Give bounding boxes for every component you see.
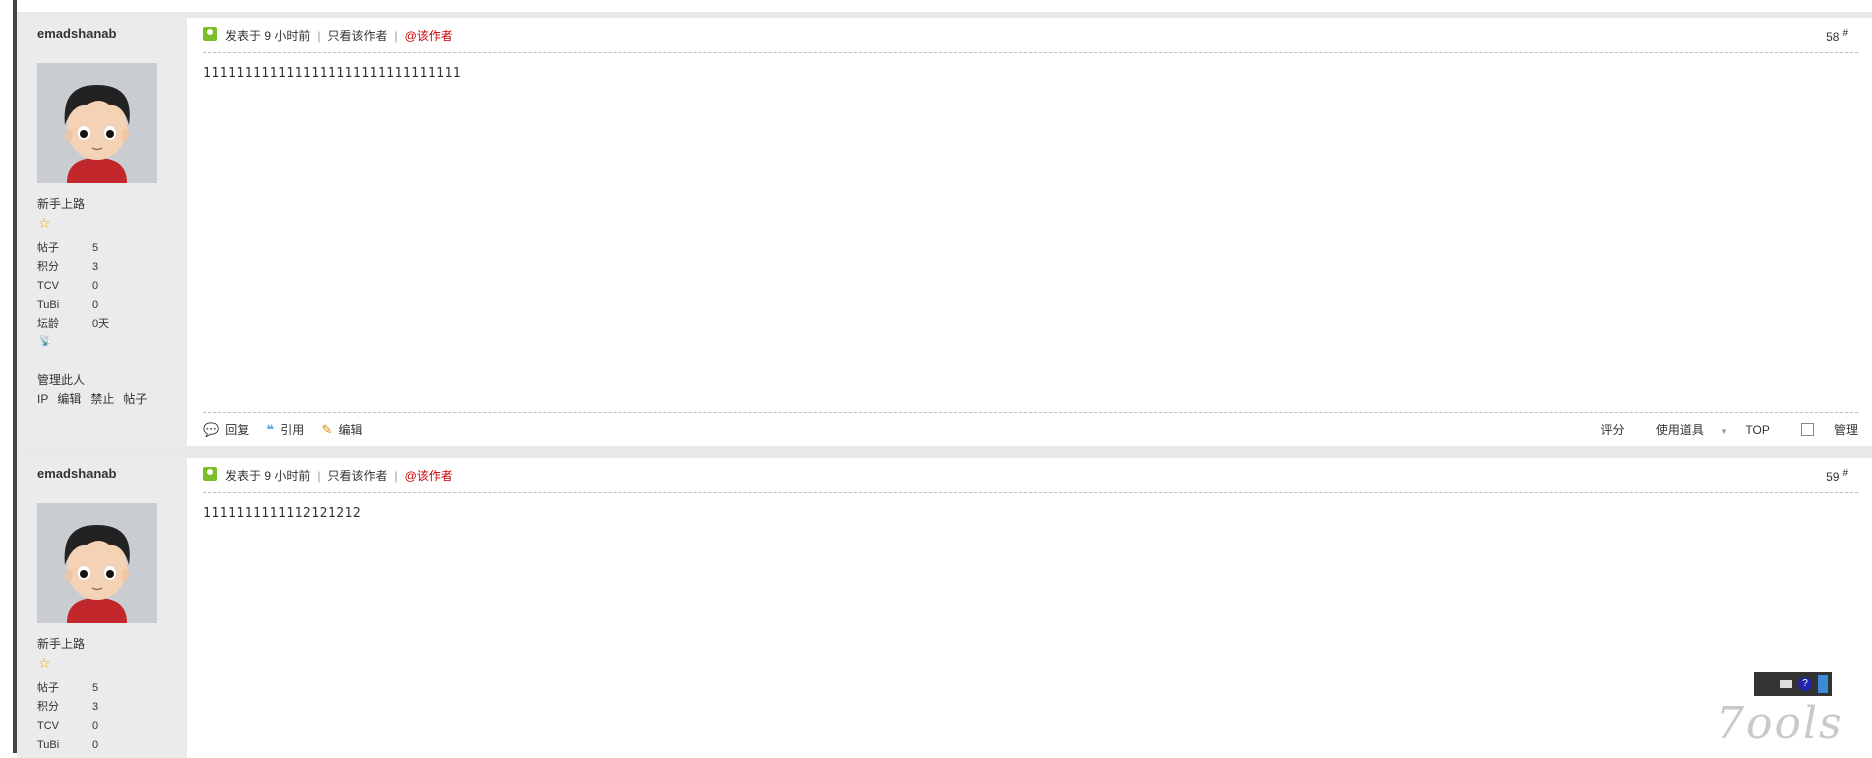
avatar[interactable]: [37, 503, 157, 623]
user-rank: 新手上路: [37, 637, 86, 651]
post-separator: [17, 446, 1872, 458]
use-tools-menu[interactable]: 使用道具 ▼: [1642, 423, 1728, 437]
avatar[interactable]: [37, 63, 157, 183]
rate-button[interactable]: 评分: [1601, 423, 1625, 437]
admin-ip-link[interactable]: IP: [37, 392, 48, 406]
author-sidebar: emadshanab 新手上路 ☆ 帖子 5 积分 3 TCV 0 TuBi 0: [17, 458, 187, 758]
manage-checkbox[interactable]: 管理: [1787, 423, 1858, 437]
top-link[interactable]: TOP: [1745, 423, 1769, 437]
stat-row: 坛龄 0天: [37, 318, 110, 330]
stat-row: 帖子 5: [37, 242, 99, 254]
user-online-icon: [203, 467, 217, 481]
only-author-link[interactable]: 只看该作者: [327, 469, 387, 483]
post-content: 1111111111111111111111111111111: [203, 66, 462, 81]
floating-toolbar[interactable]: ?: [1754, 672, 1832, 696]
quote-icon: ❝: [266, 422, 275, 437]
stat-row: 帖子 5: [37, 682, 99, 694]
help-icon[interactable]: ?: [1798, 677, 1812, 691]
at-author-link[interactable]: @该作者: [405, 29, 453, 43]
post-header: 发表于 9 小时前 | 只看该作者 | @该作者 58 #: [203, 18, 1858, 53]
admin-edit-link[interactable]: 编辑: [57, 392, 81, 406]
post-time: 发表于 9 小时前: [225, 469, 311, 483]
floor-number[interactable]: 58 #: [1826, 28, 1848, 44]
rss-icon[interactable]: 📡: [39, 336, 51, 347]
top-separator: [17, 0, 1872, 18]
admin-ban-link[interactable]: 禁止: [90, 392, 114, 406]
post-meta: 发表于 9 小时前 | 只看该作者 | @该作者: [225, 29, 453, 43]
reply-button[interactable]: 💬 回复: [203, 421, 249, 438]
minimize-icon[interactable]: [1818, 675, 1828, 693]
stat-row: 积分 3: [37, 261, 99, 273]
post-content: 1111111111112121212: [203, 506, 362, 521]
post-59: emadshanab 新手上路 ☆ 帖子5 积分3 TCV0 TuBi0: [17, 458, 1872, 758]
star-icon: ☆: [38, 215, 51, 231]
user-stats: 帖子 5 积分 3 TCV 0 TuBi 0: [37, 679, 98, 755]
post-main: 发表于 9 小时前 | 只看该作者 | @该作者 58 # 111111111111111…: [203, 18, 1858, 446]
reply-icon: 💬: [203, 422, 220, 437]
stat-row: TuBi 0: [37, 739, 99, 751]
author-name[interactable]: emadshanab: [37, 466, 116, 481]
user-online-icon: [203, 27, 217, 41]
user-stats: 帖子 5 积分 3 TCV 0 TuBi 0 坛龄 0天: [37, 239, 109, 334]
quote-button[interactable]: ❝ 引用: [267, 421, 305, 438]
at-author-link[interactable]: @该作者: [405, 469, 453, 483]
post-header: 发表于 9 小时前 | 只看该作者 | @该作者 59 #: [203, 458, 1858, 493]
post-58: emadshanab 新手上路 ☆ 帖子 5 积分 3 TCV 0 TuBi 0 坛龄 0…: [17, 18, 1872, 446]
post-time: 发表于 9 小时前: [225, 29, 311, 43]
pencil-icon: ✎: [321, 422, 333, 437]
post-meta: 发表于 9 小时前 | 只看该作者 | @该作者: [225, 469, 453, 483]
chevron-down-icon: ▼: [1717, 427, 1729, 436]
site-watermark-logo: 7ools: [1716, 698, 1844, 749]
author-sidebar: emadshanab 新手上路 ☆ 帖子 5 积分 3 TCV 0 TuBi 0 坛龄 0…: [17, 18, 187, 446]
only-author-link[interactable]: 只看该作者: [327, 29, 387, 43]
stat-row: TCV 0: [37, 280, 99, 292]
author-name[interactable]: emadshanab: [37, 26, 116, 41]
user-rank: 新手上路: [37, 197, 86, 211]
post-footer: 💬 回复 ❝ 引用 ✎ 编辑 评分 使用道具 ▼ TOP 管理: [203, 412, 1858, 447]
star-icon: ☆: [38, 655, 51, 671]
left-edge: [0, 0, 17, 753]
manage-user-label: 管理此人: [37, 373, 86, 387]
stat-row: TCV 0: [37, 720, 99, 732]
edit-button[interactable]: ✎ 编辑: [322, 421, 363, 438]
floor-number[interactable]: 59 #: [1826, 468, 1848, 484]
stat-row: TuBi 0: [37, 299, 99, 311]
stat-row: 积分 3: [37, 701, 99, 713]
keyboard-icon[interactable]: [1780, 680, 1792, 688]
admin-posts-link[interactable]: 帖子: [123, 392, 147, 406]
post-main: 发表于 9 小时前 | 只看该作者 | @该作者 59 # 111111111111212…: [203, 458, 1858, 758]
admin-links: IP 编辑 禁止 帖子: [37, 390, 156, 407]
